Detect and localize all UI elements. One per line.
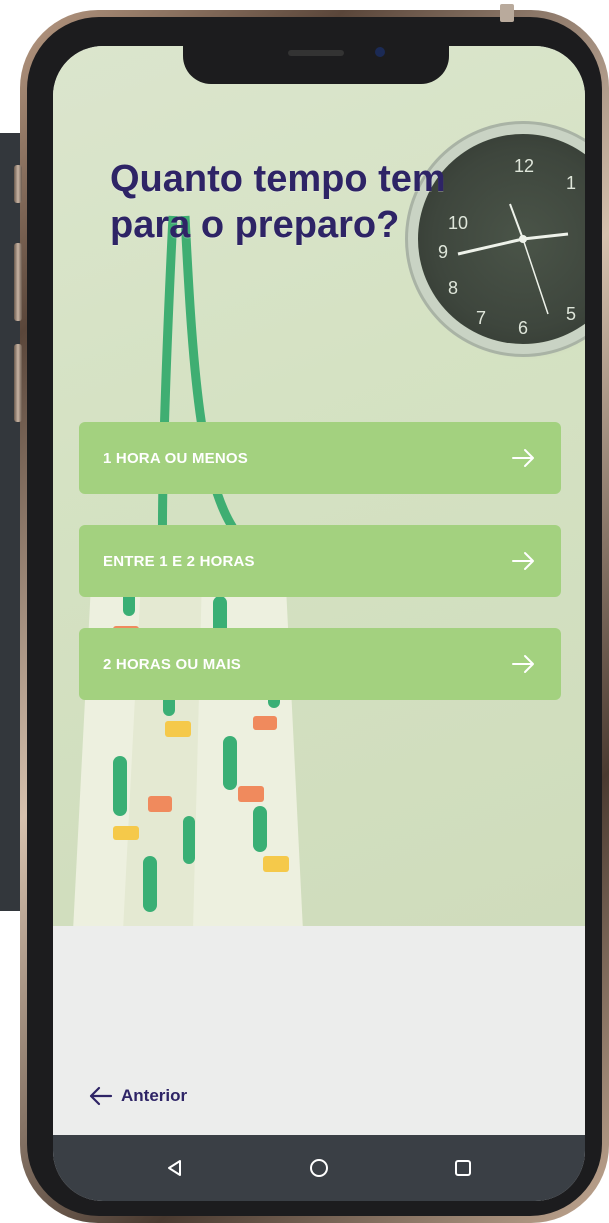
recents-square-icon [455, 1160, 471, 1176]
svg-text:8: 8 [448, 278, 458, 298]
volume-down-button [14, 344, 22, 422]
option-2-horas-ou-mais[interactable]: 2 HORAS OU MAIS [79, 628, 561, 700]
front-camera [375, 47, 385, 57]
nav-home-button[interactable] [304, 1153, 334, 1183]
arrow-right-icon [512, 655, 534, 673]
hero-image: 12 1 10 9 8 7 6 5 Quanto tempo tem para … [53, 46, 585, 926]
page-title: Quanto tempo tem para o preparo? [110, 158, 446, 246]
mockup-stage: 12 1 10 9 8 7 6 5 Quanto tempo tem para … [0, 0, 609, 1223]
phone-notch [183, 46, 449, 84]
option-label: 1 HORA OU MENOS [103, 449, 248, 467]
option-label: ENTRE 1 E 2 HORAS [103, 552, 255, 570]
phone-screen: 12 1 10 9 8 7 6 5 Quanto tempo tem para … [53, 46, 585, 1201]
svg-text:6: 6 [518, 318, 528, 338]
svg-text:1: 1 [566, 173, 576, 193]
mute-switch [14, 165, 22, 203]
option-1-hora-ou-menos[interactable]: 1 HORA OU MENOS [79, 422, 561, 494]
phone-top-button [500, 4, 514, 22]
previous-button[interactable]: Anterior [87, 1086, 187, 1106]
back-triangle-icon [168, 1160, 181, 1176]
arrow-left-icon [89, 1086, 113, 1106]
volume-up-button [14, 243, 22, 321]
previous-label: Anterior [121, 1086, 188, 1105]
home-circle-icon [310, 1159, 328, 1177]
svg-text:5: 5 [566, 304, 576, 324]
option-label: 2 HORAS OU MAIS [103, 655, 242, 673]
arrow-right-icon [512, 552, 534, 570]
android-navigation-bar [53, 1135, 585, 1201]
nav-back-button[interactable] [160, 1153, 190, 1183]
svg-text:7: 7 [476, 308, 486, 328]
nav-recents-button[interactable] [448, 1153, 478, 1183]
speaker-grille [288, 50, 344, 56]
option-entre-1-e-2-horas[interactable]: ENTRE 1 E 2 HORAS [79, 525, 561, 597]
arrow-right-icon [512, 449, 534, 467]
